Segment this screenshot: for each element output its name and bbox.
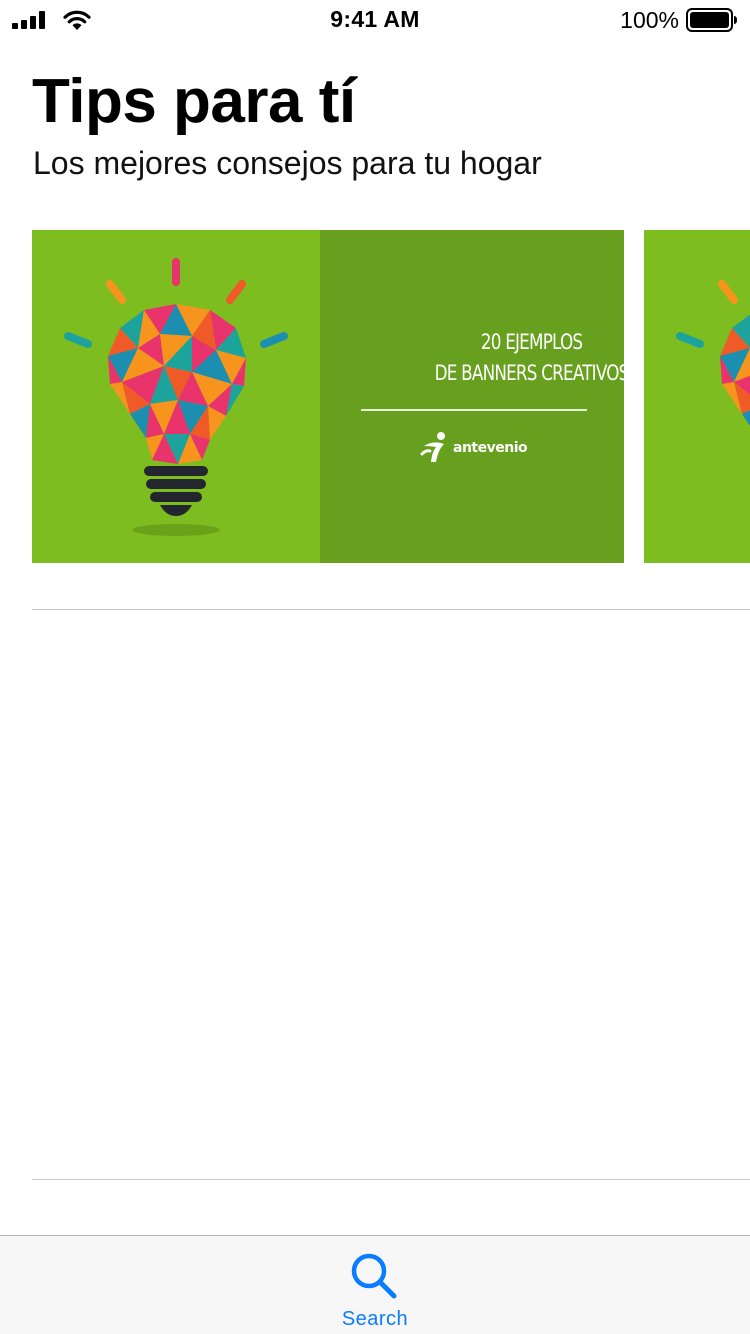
section-separator (32, 609, 750, 610)
lightbulb-illustration (64, 258, 288, 536)
battery-icon (686, 8, 737, 32)
banner-headline-line2: DE BANNERS CREATIVOS (434, 361, 624, 385)
tab-search-label: Search (341, 1308, 409, 1330)
page-title: Tips para tí (32, 67, 356, 136)
brand-name: antevenio (453, 440, 528, 456)
tab-bar: Search (0, 1235, 750, 1334)
tab-search[interactable]: Search (325, 1236, 425, 1334)
card-text-panel (320, 230, 624, 563)
tips-carousel[interactable]: 20 EJEMPLOS DE BANNERS CREATIVOS anteven… (0, 230, 750, 563)
screen: 9:41 AM 100% Tips para tí Los mejores co… (0, 0, 750, 1334)
brand-mark-icon (420, 432, 445, 462)
page-subtitle: Los mejores consejos para tu hogar (33, 145, 542, 181)
section-separator (32, 1179, 750, 1180)
battery-percent: 100% (620, 7, 679, 33)
search-icon (351, 1253, 397, 1299)
banner-divider (361, 409, 587, 411)
tip-card[interactable]: 20 EJEMPLOS DE BANNERS CREATIVOS anteven… (32, 230, 624, 563)
status-bar: 9:41 AM 100% (0, 0, 750, 40)
tip-card-next[interactable] (644, 230, 750, 563)
lightbulb-illustration (676, 280, 750, 426)
card-illustration-panel (32, 230, 320, 563)
card-illustration-panel (644, 230, 750, 563)
banner-headline-line1: 20 EJEMPLOS (480, 330, 583, 354)
